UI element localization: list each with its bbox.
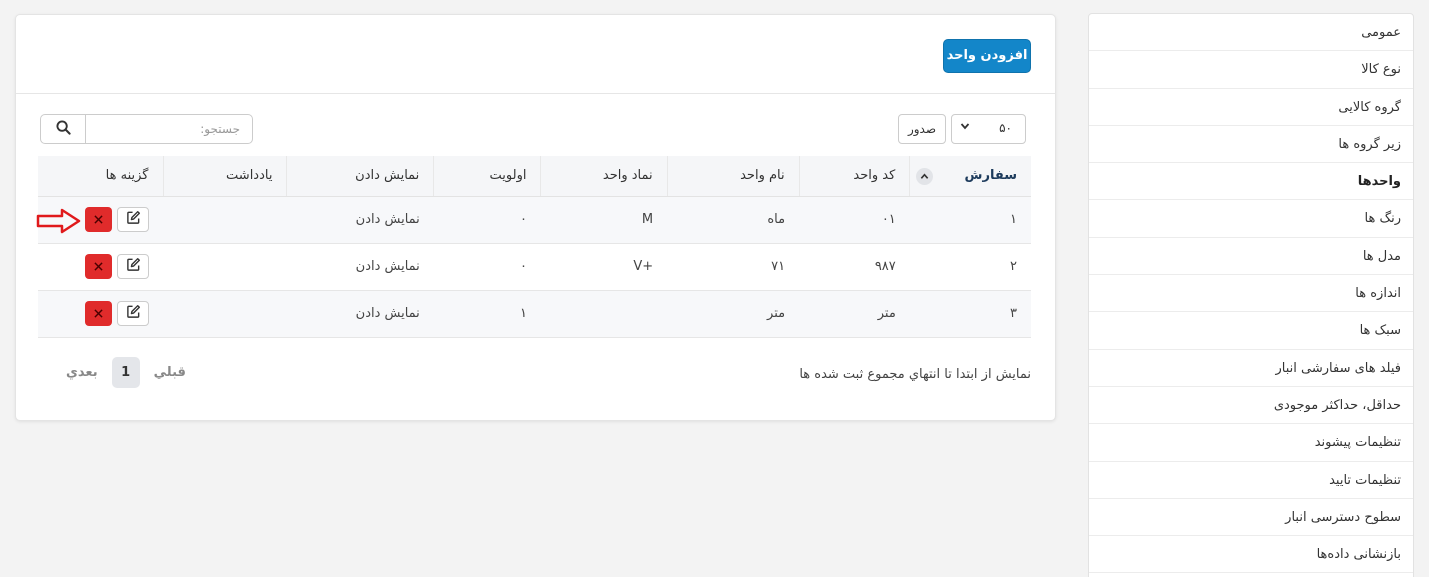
sidebar-item-sizes[interactable]: اندازه ها: [1089, 275, 1413, 313]
sidebar-item-min-max-stock[interactable]: حداقل، حداکثر موجودی: [1089, 387, 1413, 425]
sidebar-item-subgroups[interactable]: زیر گروه ها: [1089, 126, 1413, 164]
table-info: نمایش از ابتدا تا انتهاي مجموع ثبت شده ه…: [799, 367, 1031, 382]
sidebar-item-prefix-settings[interactable]: تنظیمات پیشوند: [1089, 424, 1413, 462]
edit-button[interactable]: [117, 207, 149, 232]
table-row: ۳ متر متر ۱ نمایش دادن: [38, 290, 1031, 338]
export-button[interactable]: صدور: [898, 114, 946, 144]
cell-note: [163, 290, 287, 338]
cell-note: [163, 243, 287, 291]
sidebar-item-product-group[interactable]: گروه کالایی: [1089, 89, 1413, 126]
cell-priority: ۰: [433, 196, 541, 244]
edit-icon: [126, 304, 141, 323]
delete-button[interactable]: [85, 207, 112, 232]
cell-code: متر: [799, 290, 910, 338]
table-row: ۱ ۰۱ ماه M ۰ نمایش دادن: [38, 196, 1031, 244]
col-order-label: سفارش: [964, 168, 1017, 184]
cell-display: نمایش دادن: [286, 243, 434, 291]
cell-name: متر: [667, 290, 800, 338]
cell-note: [163, 196, 287, 244]
edit-icon: [126, 210, 141, 229]
cell-options: [38, 290, 163, 338]
search-box: [40, 114, 253, 144]
sidebar-item-styles[interactable]: سبک ها: [1089, 312, 1413, 350]
cell-symbol: +V: [540, 243, 668, 291]
col-display[interactable]: نمایش دادن: [286, 156, 434, 197]
chevron-down-icon: [960, 121, 970, 134]
sidebar-item-colors[interactable]: رنگ ها: [1089, 200, 1413, 238]
edit-button[interactable]: [117, 254, 149, 279]
page-length-value: ۵۰: [999, 121, 1012, 135]
cell-display: نمایش دادن: [286, 290, 434, 338]
next-page-link[interactable]: بعدي: [66, 365, 98, 380]
annotation-arrow-icon: [36, 208, 82, 238]
search-button[interactable]: [41, 115, 86, 143]
cell-priority: ۰: [433, 243, 541, 291]
settings-sidebar: عمومی نوع کالا گروه کالایی زیر گروه ها و…: [1088, 13, 1414, 577]
cell-symbol: [540, 290, 668, 338]
sidebar-item-general[interactable]: عمومی: [1089, 14, 1413, 52]
close-icon: [94, 213, 103, 227]
sidebar-item-access-levels[interactable]: سطوح دسترسی انبار: [1089, 499, 1413, 537]
cell-name: ماه: [667, 196, 800, 244]
cell-order: ۲: [909, 243, 1031, 291]
cell-symbol: M: [540, 196, 668, 244]
sort-asc-icon: [916, 168, 934, 185]
cell-code: ۰۱: [799, 196, 910, 244]
pagination: قبلي 1 بعدي: [66, 357, 186, 388]
edit-button[interactable]: [117, 301, 149, 326]
card-header: افزودن واحد: [16, 15, 1055, 94]
table-header-row: سفارش کد واحد نام واحد نماد واحد اولویت …: [38, 156, 1031, 197]
cell-options: [38, 243, 163, 291]
sidebar-item-custom-fields[interactable]: فیلد های سفارشی انبار: [1089, 350, 1413, 387]
edit-icon: [126, 257, 141, 276]
close-icon: [94, 260, 103, 274]
col-note[interactable]: یادداشت: [162, 156, 287, 197]
units-table: سفارش کد واحد نام واحد نماد واحد اولویت …: [38, 156, 1031, 338]
sidebar-item-models[interactable]: مدل ها: [1089, 238, 1413, 276]
cell-code: ۹۸۷: [799, 243, 910, 291]
sidebar-item-approval-settings[interactable]: تنظیمات تایید: [1089, 462, 1413, 499]
cell-order: ۱: [909, 196, 1031, 244]
page-length-select[interactable]: ۵۰: [951, 114, 1026, 144]
close-icon: [94, 307, 103, 321]
add-unit-button[interactable]: افزودن واحد: [943, 39, 1031, 73]
col-options: گزینه ها: [38, 156, 163, 197]
cell-order: ۳: [909, 290, 1031, 338]
table-row: ۲ ۹۸۷ ۷۱ +V ۰ نمایش دادن: [38, 243, 1031, 291]
col-priority[interactable]: اولویت: [433, 156, 541, 197]
delete-button[interactable]: [85, 254, 112, 279]
sidebar-item-units[interactable]: واحدها: [1089, 163, 1413, 201]
cell-display: نمایش دادن: [286, 196, 434, 244]
col-name[interactable]: نام واحد: [666, 156, 800, 197]
col-symbol[interactable]: نماد واحد: [540, 156, 668, 197]
page-button[interactable]: 1: [111, 357, 140, 388]
units-card: افزودن واحد ۵۰ صدور سفارش کد واحد: [15, 14, 1056, 421]
delete-button[interactable]: [85, 301, 112, 326]
prev-page-link[interactable]: قبلي: [154, 365, 186, 380]
cell-priority: ۱: [433, 290, 541, 338]
col-order[interactable]: سفارش: [909, 156, 1031, 197]
search-icon: [55, 119, 71, 139]
cell-name: ۷۱: [667, 243, 800, 291]
search-input[interactable]: [86, 115, 252, 143]
sidebar-item-product-type[interactable]: نوع کالا: [1089, 51, 1413, 89]
sidebar-item-reset-data[interactable]: بازنشانی داده‌ها: [1089, 536, 1413, 574]
col-code[interactable]: کد واحد: [798, 156, 910, 197]
